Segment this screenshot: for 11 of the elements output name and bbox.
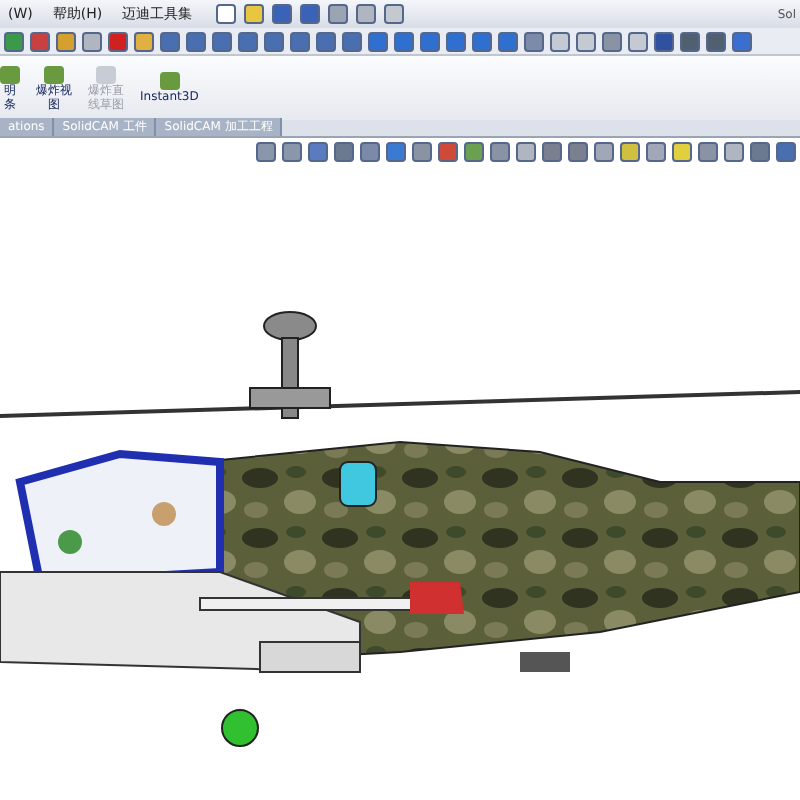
tool-icon [159,72,180,90]
toolbar-icon[interactable] [328,4,349,24]
tool-icon [44,65,64,83]
tool-icon [96,65,116,83]
toolbar-icon[interactable] [356,4,377,24]
toolbar-icon[interactable] [384,4,405,24]
toolbar-icon[interactable] [300,4,321,24]
toolbar-icon[interactable] [216,4,237,24]
toolbar-icon[interactable] [272,4,293,24]
tool-icon [0,65,20,83]
toolbar-icon[interactable] [244,4,265,24]
